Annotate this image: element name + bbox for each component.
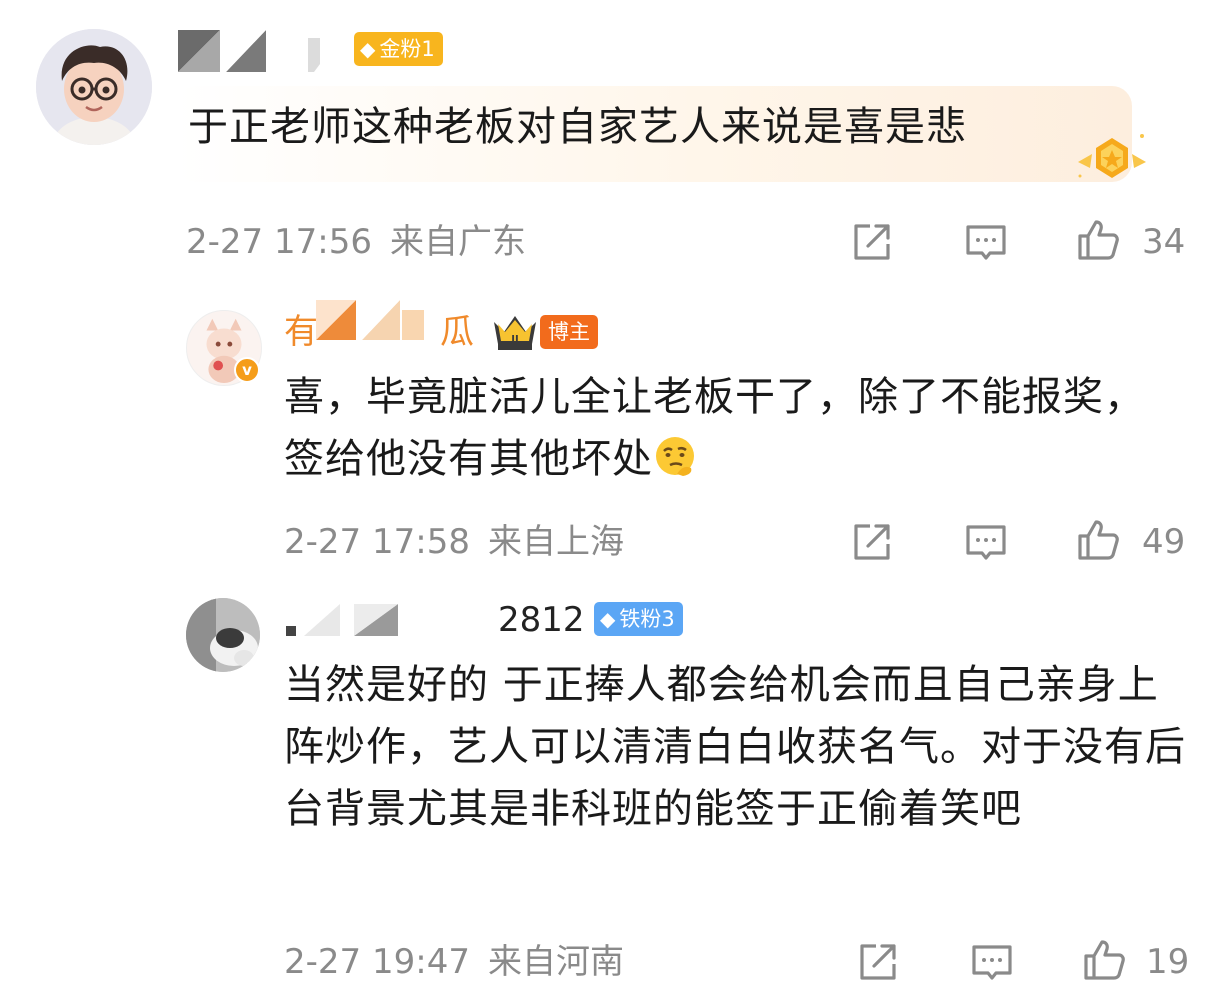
reply-username-tail[interactable]: 2812 (498, 598, 585, 642)
crown-icon: II (490, 310, 540, 352)
gold-fan-badge-label: 金粉1 (379, 36, 435, 61)
reply-timestamp: 2-27 19:47 (284, 942, 470, 982)
diamond-icon: ◆ (360, 37, 376, 61)
reply-meta: 2-27 17:58 来自上海 (284, 522, 624, 562)
thumbs-up-icon[interactable] (1076, 218, 1120, 262)
username-redacted[interactable] (282, 600, 492, 642)
gold-medal-icon (1072, 128, 1152, 188)
verified-icon: v (234, 357, 260, 383)
thumbs-up-icon[interactable] (1082, 938, 1126, 982)
commenter-avatar[interactable] (36, 29, 152, 145)
reply-text[interactable]: 喜，毕竟脏活儿全让老板干了，除了不能报奖，签给他没有其他坏处 (284, 366, 1184, 490)
reply-meta: 2-27 19:47 来自河南 (284, 942, 624, 982)
reply-text-content: 喜，毕竟脏活儿全让老板干了，除了不能报奖，签给他没有其他坏处 (284, 374, 1145, 482)
reply-timestamp: 2-27 17:58 (284, 522, 470, 562)
blogger-badge-label: 博主 (548, 319, 590, 344)
comment-meta: 2-27 17:56 来自广东 (186, 222, 526, 262)
reply-avatar[interactable] (186, 598, 260, 672)
username-redacted[interactable] (312, 296, 432, 340)
comment-icon[interactable] (964, 220, 1008, 264)
comment-icon[interactable] (964, 520, 1008, 564)
reply-text[interactable]: 当然是好的 于正捧人都会给机会而且自己亲身上阵炒作，艺人可以清清白白收获名气。对… (284, 654, 1194, 840)
comment-icon[interactable] (970, 940, 1014, 984)
thinking-emoji (653, 434, 697, 478)
iron-fan-badge-label: 铁粉3 (619, 606, 675, 631)
like-count: 19 (1146, 942, 1190, 982)
share-icon[interactable] (850, 520, 894, 564)
comment-timestamp: 2-27 17:56 (186, 222, 372, 262)
thumbs-up-icon[interactable] (1076, 518, 1120, 562)
crown-level: II (511, 334, 518, 345)
reply-username-end[interactable]: 瓜 (440, 310, 474, 354)
like-count: 49 (1142, 522, 1186, 562)
reply-location: 来自上海 (487, 522, 624, 562)
diamond-icon: ◆ (600, 607, 616, 631)
gold-fan-badge[interactable]: ◆ 金粉1 (354, 32, 443, 66)
comment-location: 来自广东 (389, 222, 526, 262)
blogger-badge[interactable]: 博主 (540, 315, 598, 349)
username-redacted[interactable] (178, 30, 338, 72)
reply-location: 来自河南 (487, 942, 624, 982)
like-count: 34 (1142, 222, 1186, 262)
iron-fan-badge[interactable]: ◆ 铁粉3 (594, 602, 683, 636)
share-icon[interactable] (850, 220, 894, 264)
comment-text[interactable]: 于正老师这种老板对自家艺人来说是喜是悲 (188, 96, 1088, 158)
share-icon[interactable] (856, 940, 900, 984)
